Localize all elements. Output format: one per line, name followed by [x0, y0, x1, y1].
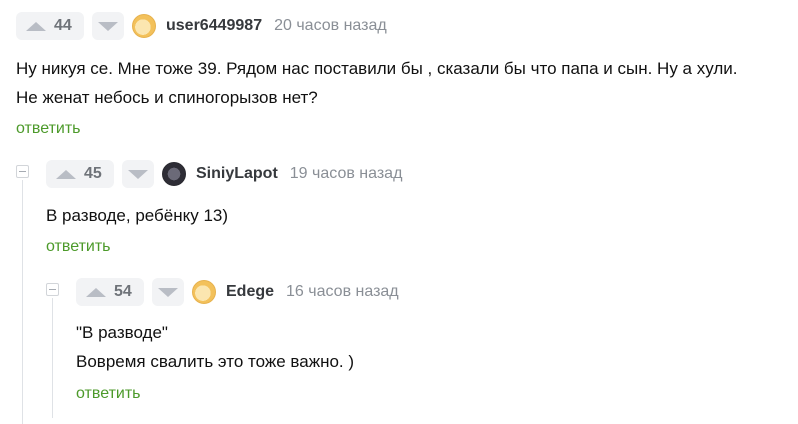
comment-score: 54 [114, 283, 132, 300]
arrow-down-icon [98, 21, 118, 31]
timestamp[interactable]: 16 часов назад [286, 283, 399, 301]
arrow-down-icon [128, 169, 148, 179]
username[interactable]: Edege [226, 283, 274, 301]
comment-score: 44 [54, 17, 72, 34]
downvote-button[interactable] [152, 278, 184, 306]
comment-line: Вовремя свалить это тоже важно. ) [76, 352, 355, 371]
minus-icon [49, 289, 56, 290]
vote-controls: 45 [46, 160, 154, 188]
reply-link[interactable]: ответить [16, 120, 81, 138]
arrow-up-icon [56, 169, 76, 179]
comment-header: 44 user6449987 20 часов назад [16, 12, 387, 40]
collapse-button[interactable] [46, 283, 59, 296]
comment-body: "В разводе" Вовремя свалить это тоже важ… [76, 318, 354, 376]
collapse-button[interactable] [16, 165, 29, 178]
thread-line [22, 180, 23, 424]
vote-controls: 54 [76, 278, 184, 306]
minus-icon [19, 171, 26, 172]
comment-line: Не женат небось и спиногорызов нет? [16, 88, 318, 107]
comment-score: 45 [84, 165, 102, 182]
avatar-icon[interactable] [132, 14, 156, 38]
comment-header: 54 Edege 16 часов назад [76, 278, 399, 306]
downvote-button[interactable] [92, 12, 124, 40]
reply-link[interactable]: ответить [76, 385, 141, 403]
comment-line: Ну никуя се. Мне тоже 39. Рядом нас пост… [16, 59, 738, 78]
reply-link[interactable]: ответить [46, 238, 111, 256]
upvote-button[interactable]: 44 [16, 12, 84, 40]
avatar-icon[interactable] [192, 280, 216, 304]
comment-line: "В разводе" [76, 323, 168, 342]
arrow-down-icon [158, 287, 178, 297]
arrow-up-icon [26, 21, 46, 31]
downvote-button[interactable] [122, 160, 154, 188]
timestamp[interactable]: 20 часов назад [274, 17, 387, 35]
username[interactable]: user6449987 [166, 17, 262, 35]
avatar-icon[interactable] [162, 162, 186, 186]
timestamp[interactable]: 19 часов назад [290, 165, 403, 183]
thread-line [52, 298, 53, 418]
username[interactable]: SiniyLapot [196, 165, 278, 183]
comment-header: 45 SiniyLapot 19 часов назад [46, 160, 402, 188]
upvote-button[interactable]: 54 [76, 278, 144, 306]
vote-controls: 44 [16, 12, 124, 40]
arrow-up-icon [86, 287, 106, 297]
comment-body: Ну никуя се. Мне тоже 39. Рядом нас пост… [16, 54, 738, 112]
upvote-button[interactable]: 45 [46, 160, 114, 188]
comment-line: В разводе, ребёнку 13) [46, 206, 229, 225]
comment-body: В разводе, ребёнку 13) [46, 201, 228, 230]
